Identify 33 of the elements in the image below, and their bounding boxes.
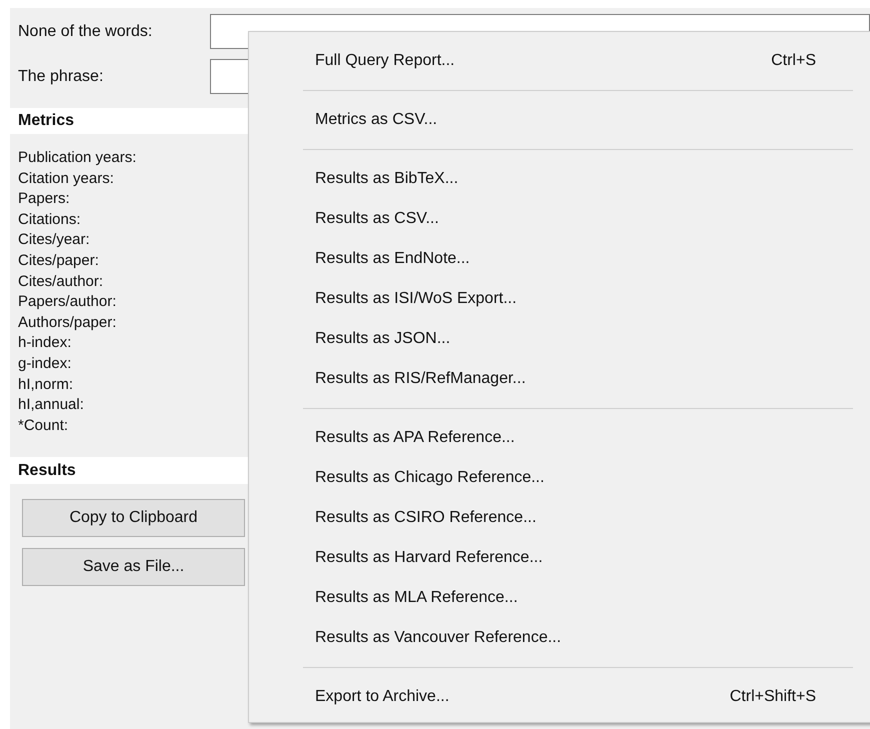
metric-label: Authors/paper: xyxy=(18,312,116,333)
metric-label: hI,norm: xyxy=(18,374,74,395)
metric-label: Cites/year: xyxy=(18,230,90,250)
metric-label: Publication years: xyxy=(18,148,136,168)
menu-item[interactable]: Results as BibTeX... xyxy=(249,159,870,199)
menu-item[interactable]: Results as JSON... xyxy=(249,319,870,359)
shortcut-label: Ctrl+Shift+S xyxy=(730,687,816,707)
menu-item[interactable]: Export to Archive... Ctrl+Shift+S xyxy=(249,677,870,717)
field-label: The phrase: xyxy=(17,66,104,86)
metric-label: Cites/author: xyxy=(18,272,104,292)
field-label: None of the words: xyxy=(17,22,154,42)
menu-item[interactable]: Results as APA Reference... xyxy=(249,418,870,458)
menu-item[interactable]: Full Query Report... Ctrl+S xyxy=(249,41,870,81)
metric-label: Cites/paper: xyxy=(18,250,99,271)
menu-item[interactable]: Results as Vancouver Reference... xyxy=(249,618,870,658)
menu-item[interactable]: Results as CSIRO Reference... xyxy=(249,498,870,538)
menu-item[interactable]: Results as ISI/WoS Export... xyxy=(249,279,870,319)
metric-label: g-index: xyxy=(18,354,72,374)
metric-label: Papers: xyxy=(18,189,70,210)
action-button[interactable]: Save as File... xyxy=(22,548,245,586)
menu-item[interactable]: Results as EndNote... xyxy=(249,239,870,279)
action-button[interactable]: Copy to Clipboard xyxy=(22,499,245,538)
metric-label: Citation years: xyxy=(18,168,114,189)
shortcut-label: Ctrl+S xyxy=(771,51,816,71)
metric-label: Citations: xyxy=(18,210,81,230)
metric-label: Papers/author: xyxy=(18,292,116,312)
metric-label: h-index: xyxy=(18,333,72,354)
menu-item[interactable]: Results as Harvard Reference... xyxy=(249,538,870,578)
menu-item[interactable]: Results as CSV... xyxy=(249,199,870,239)
metric-label: *Count: xyxy=(18,416,68,436)
menu-item[interactable]: Results as RIS/RefManager... xyxy=(249,359,870,399)
metric-label: hI,annual: xyxy=(18,395,84,416)
menu-item[interactable]: Results as MLA Reference... xyxy=(249,578,870,618)
